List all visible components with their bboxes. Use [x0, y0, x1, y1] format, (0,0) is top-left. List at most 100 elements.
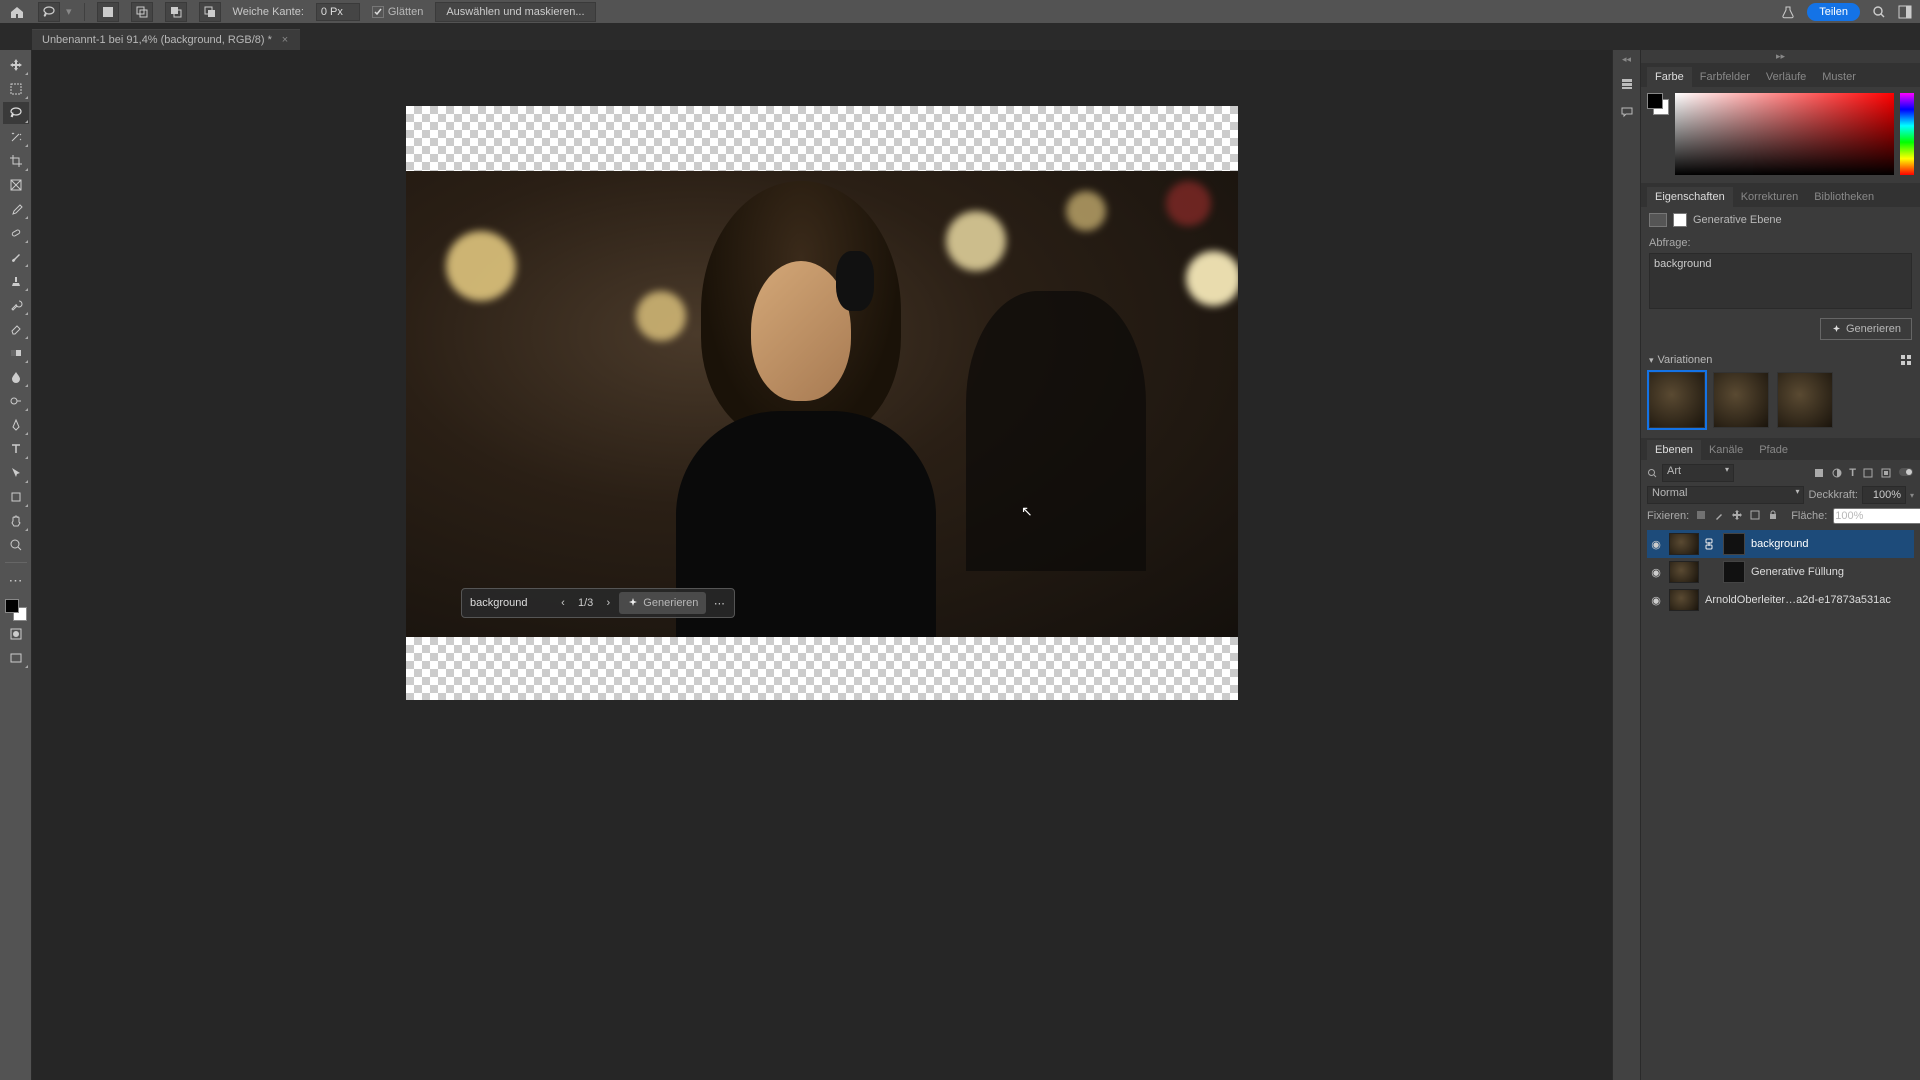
quickmask-icon[interactable]	[3, 623, 29, 645]
tab-korrekturen[interactable]: Korrekturen	[1733, 187, 1806, 207]
visibility-icon[interactable]: ◉	[1649, 594, 1663, 607]
lasso-tool-icon[interactable]	[3, 102, 29, 124]
crop-tool-icon[interactable]	[3, 150, 29, 172]
zoom-tool-icon[interactable]	[3, 534, 29, 556]
comments-panel-icon[interactable]	[1618, 103, 1636, 121]
selection-intersect-icon[interactable]	[199, 2, 221, 22]
grid-view-icon[interactable]	[1900, 354, 1912, 366]
filter-smart-icon[interactable]	[1880, 467, 1892, 479]
gradient-tool-icon[interactable]	[3, 342, 29, 364]
variation-thumb-1[interactable]	[1649, 372, 1705, 428]
dodge-tool-icon[interactable]	[3, 390, 29, 412]
lock-position-icon[interactable]	[1731, 509, 1743, 523]
opacity-label: Deckkraft:	[1808, 489, 1858, 501]
home-icon[interactable]	[8, 3, 26, 21]
lock-all-icon[interactable]	[1767, 509, 1779, 523]
document-tab[interactable]: Unbenannt-1 bei 91,4% (background, RGB/8…	[32, 29, 300, 50]
layer-name[interactable]: ArnoldOberleiter…a2d-e17873a531ac	[1705, 594, 1912, 606]
filter-shape-icon[interactable]	[1862, 467, 1874, 479]
select-and-mask-button[interactable]: Auswählen und maskieren...	[435, 2, 595, 22]
tab-muster[interactable]: Muster	[1814, 67, 1864, 87]
screenmode-icon[interactable]	[3, 647, 29, 669]
layer-name[interactable]: background	[1751, 538, 1912, 550]
clone-stamp-tool-icon[interactable]	[3, 270, 29, 292]
lock-artboard-icon[interactable]	[1749, 509, 1761, 523]
next-variation-icon[interactable]: ›	[599, 592, 617, 614]
filter-toggle-icon[interactable]	[1898, 467, 1914, 479]
filter-pixel-icon[interactable]	[1813, 467, 1825, 479]
tab-farbe[interactable]: Farbe	[1647, 67, 1692, 87]
color-field[interactable]	[1675, 93, 1894, 175]
lock-pixels-icon[interactable]	[1713, 509, 1725, 523]
filter-adjust-icon[interactable]	[1831, 467, 1843, 479]
opacity-input[interactable]	[1862, 486, 1906, 504]
prompt-textarea[interactable]: background	[1649, 253, 1912, 309]
brush-tool-icon[interactable]	[3, 246, 29, 268]
generate-button[interactable]: Generieren	[619, 592, 706, 614]
tab-ebenen[interactable]: Ebenen	[1647, 440, 1701, 460]
eyedropper-tool-icon[interactable]	[3, 198, 29, 220]
blend-mode-select[interactable]: Normal▾	[1647, 486, 1804, 504]
close-icon[interactable]: ×	[280, 35, 290, 45]
document-canvas[interactable]: ↖ ‹ 1/3 › Generieren ⋯	[406, 106, 1238, 700]
lock-transparency-icon[interactable]	[1695, 509, 1707, 523]
tab-farbfelder[interactable]: Farbfelder	[1692, 67, 1758, 87]
filter-type-select[interactable]: Art ▾	[1662, 464, 1734, 482]
selection-subtract-icon[interactable]	[165, 2, 187, 22]
frame-tool-icon[interactable]	[3, 174, 29, 196]
generate-button-panel[interactable]: Generieren	[1820, 318, 1912, 340]
layer-mask-thumb[interactable]	[1723, 561, 1745, 583]
eraser-tool-icon[interactable]	[3, 318, 29, 340]
history-panel-icon[interactable]	[1618, 75, 1636, 93]
more-icon[interactable]: ⋯	[708, 597, 730, 610]
shape-tool-icon[interactable]	[3, 486, 29, 508]
layer-mask-thumb[interactable]	[1723, 533, 1745, 555]
edit-toolbar-icon[interactable]: ⋯	[3, 569, 29, 591]
selection-new-icon[interactable]	[97, 2, 119, 22]
history-brush-tool-icon[interactable]	[3, 294, 29, 316]
workspace-icon[interactable]	[1898, 5, 1912, 19]
marquee-tool-icon[interactable]	[3, 78, 29, 100]
blur-tool-icon[interactable]	[3, 366, 29, 388]
color-swatches[interactable]	[5, 599, 27, 621]
sparkle-icon	[627, 597, 639, 609]
pen-tool-icon[interactable]	[3, 414, 29, 436]
share-button[interactable]: Teilen	[1807, 3, 1860, 21]
search-icon[interactable]	[1872, 5, 1886, 19]
cursor-icon: ↖	[1021, 503, 1033, 520]
lasso-tool-icon[interactable]	[38, 2, 60, 22]
layer-row[interactable]: ◉ ArnoldOberleiter…a2d-e17873a531ac	[1647, 586, 1914, 614]
collapse-icon[interactable]: ◂◂	[1622, 54, 1631, 65]
hue-slider[interactable]	[1900, 93, 1914, 175]
tab-pfade[interactable]: Pfade	[1751, 440, 1796, 460]
tab-verlaeufe[interactable]: Verläufe	[1758, 67, 1814, 87]
layer-row[interactable]: ◉ Generative Füllung	[1647, 558, 1914, 586]
tab-bibliotheken[interactable]: Bibliotheken	[1806, 187, 1882, 207]
layer-name[interactable]: Generative Füllung	[1751, 566, 1912, 578]
prev-variation-icon[interactable]: ‹	[554, 592, 572, 614]
feather-input[interactable]	[316, 3, 360, 21]
fg-bg-swatch[interactable]	[1647, 93, 1669, 115]
layer-row[interactable]: ◉ background	[1647, 530, 1914, 558]
selection-add-icon[interactable]	[131, 2, 153, 22]
variation-thumb-2[interactable]	[1713, 372, 1769, 428]
beaker-icon[interactable]	[1781, 5, 1795, 19]
panel-collapse-icon[interactable]: ▸▸	[1641, 50, 1920, 63]
tab-kanaele[interactable]: Kanäle	[1701, 440, 1751, 460]
fill-input[interactable]	[1833, 508, 1920, 524]
prompt-input[interactable]	[466, 592, 552, 614]
hand-tool-icon[interactable]	[3, 510, 29, 532]
type-tool-icon[interactable]	[3, 438, 29, 460]
variation-thumb-3[interactable]	[1777, 372, 1833, 428]
path-select-tool-icon[interactable]	[3, 462, 29, 484]
magic-wand-tool-icon[interactable]	[3, 126, 29, 148]
tab-eigenschaften[interactable]: Eigenschaften	[1647, 187, 1733, 207]
visibility-icon[interactable]: ◉	[1649, 566, 1663, 579]
chevron-down-icon[interactable]: ▾	[1649, 355, 1654, 366]
antialias-checkbox[interactable]: Glätten	[372, 6, 423, 18]
healing-tool-icon[interactable]	[3, 222, 29, 244]
filter-type-icon[interactable]: T	[1849, 467, 1856, 479]
visibility-icon[interactable]: ◉	[1649, 538, 1663, 551]
move-tool-icon[interactable]	[3, 54, 29, 76]
canvas-area[interactable]: ↖ ‹ 1/3 › Generieren ⋯	[32, 50, 1612, 1080]
